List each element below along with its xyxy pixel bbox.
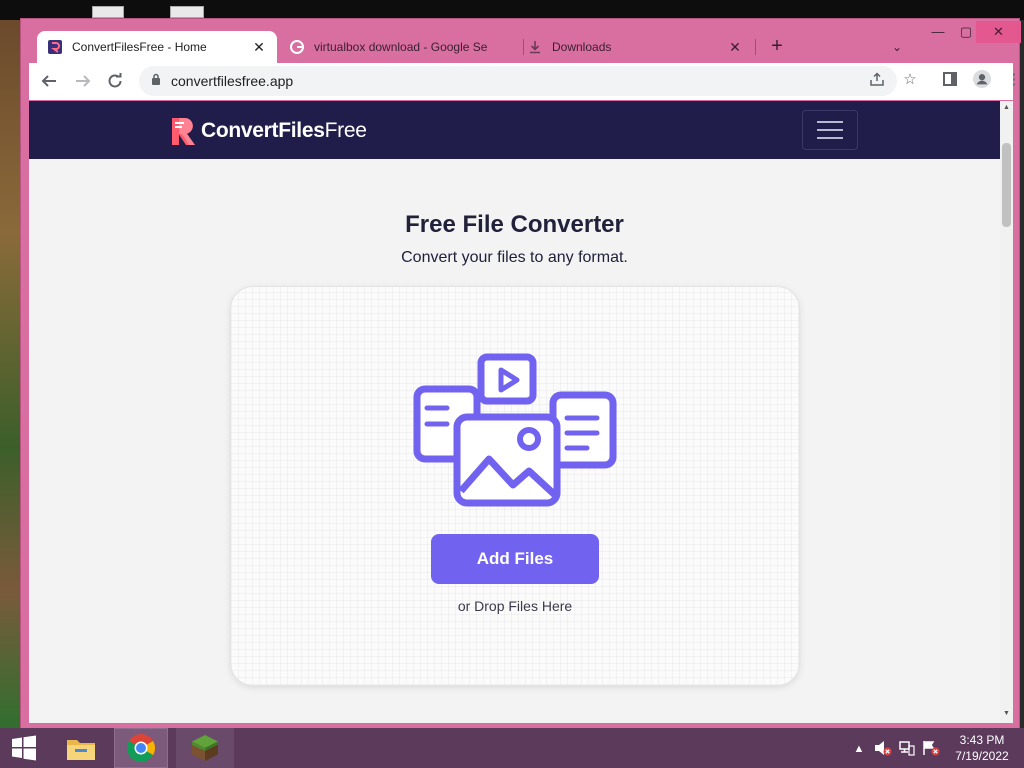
tab-search-chevron-icon[interactable]: ⌄ xyxy=(885,35,909,59)
google-favicon xyxy=(289,39,305,55)
browser-toolbar: convertfilesfree.app ☆ ⋮ xyxy=(29,63,1022,100)
clock-date: 7/19/2022 xyxy=(955,749,1009,763)
window-close-button[interactable]: ✕ xyxy=(976,21,1021,43)
desktop-background xyxy=(0,20,22,732)
main-content: Free File Converter Convert your files t… xyxy=(29,159,1000,723)
bookmark-star-icon[interactable]: ☆ xyxy=(901,70,919,88)
minimize-button[interactable]: — xyxy=(924,21,952,43)
new-tab-button[interactable]: + xyxy=(765,35,789,59)
tab-title: virtualbox download - Google Se xyxy=(314,40,488,54)
url-text[interactable]: convertfilesfree.app xyxy=(171,73,293,89)
network-icon[interactable] xyxy=(898,740,916,758)
file-explorer-taskbar-button[interactable] xyxy=(56,728,106,768)
file-types-illustration-icon xyxy=(413,353,617,507)
logo-mark-icon xyxy=(172,118,195,145)
tab-title: ConvertFilesFree - Home xyxy=(72,40,207,54)
chrome-taskbar-button[interactable] xyxy=(114,728,168,768)
tab-google-search[interactable]: virtualbox download - Google Se xyxy=(279,31,511,63)
tab-separator xyxy=(755,39,756,55)
close-tab-icon[interactable]: ✕ xyxy=(727,39,743,56)
forward-button[interactable] xyxy=(69,67,97,95)
logo-text: ConvertFilesFree xyxy=(201,119,367,142)
add-files-button[interactable]: Add Files xyxy=(431,534,599,584)
scroll-down-arrow-icon[interactable]: ▼ xyxy=(1000,707,1013,721)
tab-title: Downloads xyxy=(552,40,612,54)
hamburger-menu-button[interactable] xyxy=(802,110,858,150)
side-panel-icon[interactable] xyxy=(941,70,959,88)
minecraft-taskbar-button[interactable] xyxy=(176,728,234,768)
share-icon[interactable] xyxy=(869,70,887,88)
back-button[interactable] xyxy=(35,67,63,95)
file-drop-zone[interactable]: Add Files or Drop Files Here xyxy=(231,287,799,685)
tab-convertfilesfree[interactable]: ConvertFilesFree - Home ✕ xyxy=(37,31,277,63)
windows-logo-icon xyxy=(12,735,36,761)
reload-button[interactable] xyxy=(101,67,129,95)
desktop-thumbnail xyxy=(170,6,204,18)
desktop-thumbnail xyxy=(92,6,124,18)
tab-downloads[interactable]: Downloads ✕ xyxy=(517,31,753,63)
chrome-icon xyxy=(127,734,155,762)
page-subtitle: Convert your files to any format. xyxy=(401,249,628,266)
site-logo[interactable]: ConvertFilesFree xyxy=(169,115,367,147)
folder-icon xyxy=(67,740,95,760)
volume-muted-icon[interactable] xyxy=(874,740,892,758)
site-navbar: ConvertFilesFree xyxy=(29,101,1000,159)
action-center-warning-icon[interactable] xyxy=(922,740,940,758)
desktop-background xyxy=(1020,20,1024,732)
download-icon xyxy=(527,39,543,55)
close-tab-icon[interactable]: ✕ xyxy=(251,39,267,56)
more-menu-icon[interactable]: ⋮ xyxy=(1005,70,1023,88)
clock-time: 3:43 PM xyxy=(959,733,1005,747)
taskbar: ▲ 3:43 PM 7/19/2022 xyxy=(0,728,1024,768)
start-button[interactable] xyxy=(0,728,48,768)
page-title: Free File Converter xyxy=(405,211,624,238)
address-bar[interactable]: convertfilesfree.app xyxy=(139,66,897,96)
drop-files-text: or Drop Files Here xyxy=(457,598,573,614)
convertfilesfree-favicon xyxy=(47,39,63,55)
page-viewport: ConvertFilesFree Free File Converter Con… xyxy=(29,101,1013,723)
lock-icon[interactable] xyxy=(151,72,161,90)
desktop-top-strip xyxy=(0,0,1024,20)
scroll-up-arrow-icon[interactable]: ▲ xyxy=(1000,101,1013,115)
grass-block-icon xyxy=(192,735,218,761)
profile-avatar-icon[interactable] xyxy=(973,70,991,88)
scrollbar-thumb[interactable] xyxy=(1002,143,1011,227)
tray-overflow-chevron-icon[interactable]: ▲ xyxy=(850,740,868,758)
browser-window: ConvertFilesFree - Home ✕ virtualbox dow… xyxy=(20,18,1022,730)
vertical-scrollbar[interactable]: ▲ ▼ xyxy=(1000,101,1013,723)
tab-strip: ConvertFilesFree - Home ✕ virtualbox dow… xyxy=(21,19,1021,63)
system-clock[interactable]: 3:43 PM 7/19/2022 xyxy=(944,732,1020,764)
